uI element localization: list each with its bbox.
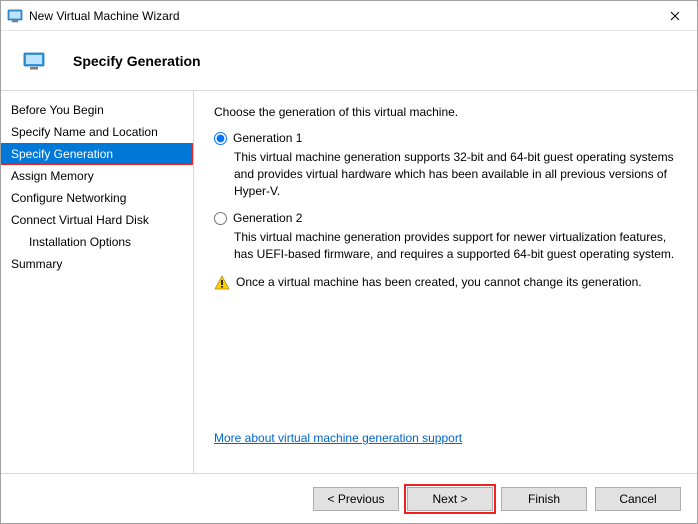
warning-icon (214, 275, 230, 291)
sidebar-item-summary[interactable]: Summary (1, 253, 193, 275)
sidebar-item-specify-name-location[interactable]: Specify Name and Location (1, 121, 193, 143)
generation-2-label: Generation 2 (233, 211, 302, 225)
window-title: New Virtual Machine Wizard (29, 9, 180, 23)
app-icon (7, 8, 23, 24)
sidebar-item-specify-generation[interactable]: Specify Generation (1, 143, 193, 165)
next-button[interactable]: Next > (407, 487, 493, 511)
sidebar-item-connect-vhd[interactable]: Connect Virtual Hard Disk (1, 209, 193, 231)
warning-text: Once a virtual machine has been created,… (236, 275, 642, 289)
content-intro: Choose the generation of this virtual ma… (214, 105, 677, 119)
wizard-window: New Virtual Machine Wizard Specify Gener… (0, 0, 698, 524)
more-info-link[interactable]: More about virtual machine generation su… (214, 431, 462, 445)
sidebar: Before You Begin Specify Name and Locati… (1, 91, 194, 473)
content-pane: Choose the generation of this virtual ma… (194, 91, 697, 473)
cancel-button[interactable]: Cancel (595, 487, 681, 511)
wizard-body: Before You Begin Specify Name and Locati… (1, 91, 697, 473)
wizard-footer: < Previous Next > Finish Cancel (1, 473, 697, 523)
wizard-header: Specify Generation (1, 31, 697, 91)
warning-row: Once a virtual machine has been created,… (214, 275, 677, 291)
titlebar: New Virtual Machine Wizard (1, 1, 697, 31)
monitor-icon (23, 50, 45, 72)
generation-1-label: Generation 1 (233, 131, 302, 145)
page-title: Specify Generation (73, 53, 201, 69)
sidebar-item-installation-options[interactable]: Installation Options (1, 231, 193, 253)
generation-1-option[interactable]: Generation 1 (214, 131, 677, 145)
finish-button[interactable]: Finish (501, 487, 587, 511)
sidebar-item-assign-memory[interactable]: Assign Memory (1, 165, 193, 187)
generation-2-description: This virtual machine generation provides… (234, 229, 677, 263)
close-button[interactable] (652, 1, 697, 31)
sidebar-item-configure-networking[interactable]: Configure Networking (1, 187, 193, 209)
generation-1-description: This virtual machine generation supports… (234, 149, 677, 199)
sidebar-item-before-you-begin[interactable]: Before You Begin (1, 99, 193, 121)
generation-1-radio[interactable] (214, 132, 227, 145)
generation-2-radio[interactable] (214, 212, 227, 225)
generation-2-option[interactable]: Generation 2 (214, 211, 677, 225)
previous-button[interactable]: < Previous (313, 487, 399, 511)
